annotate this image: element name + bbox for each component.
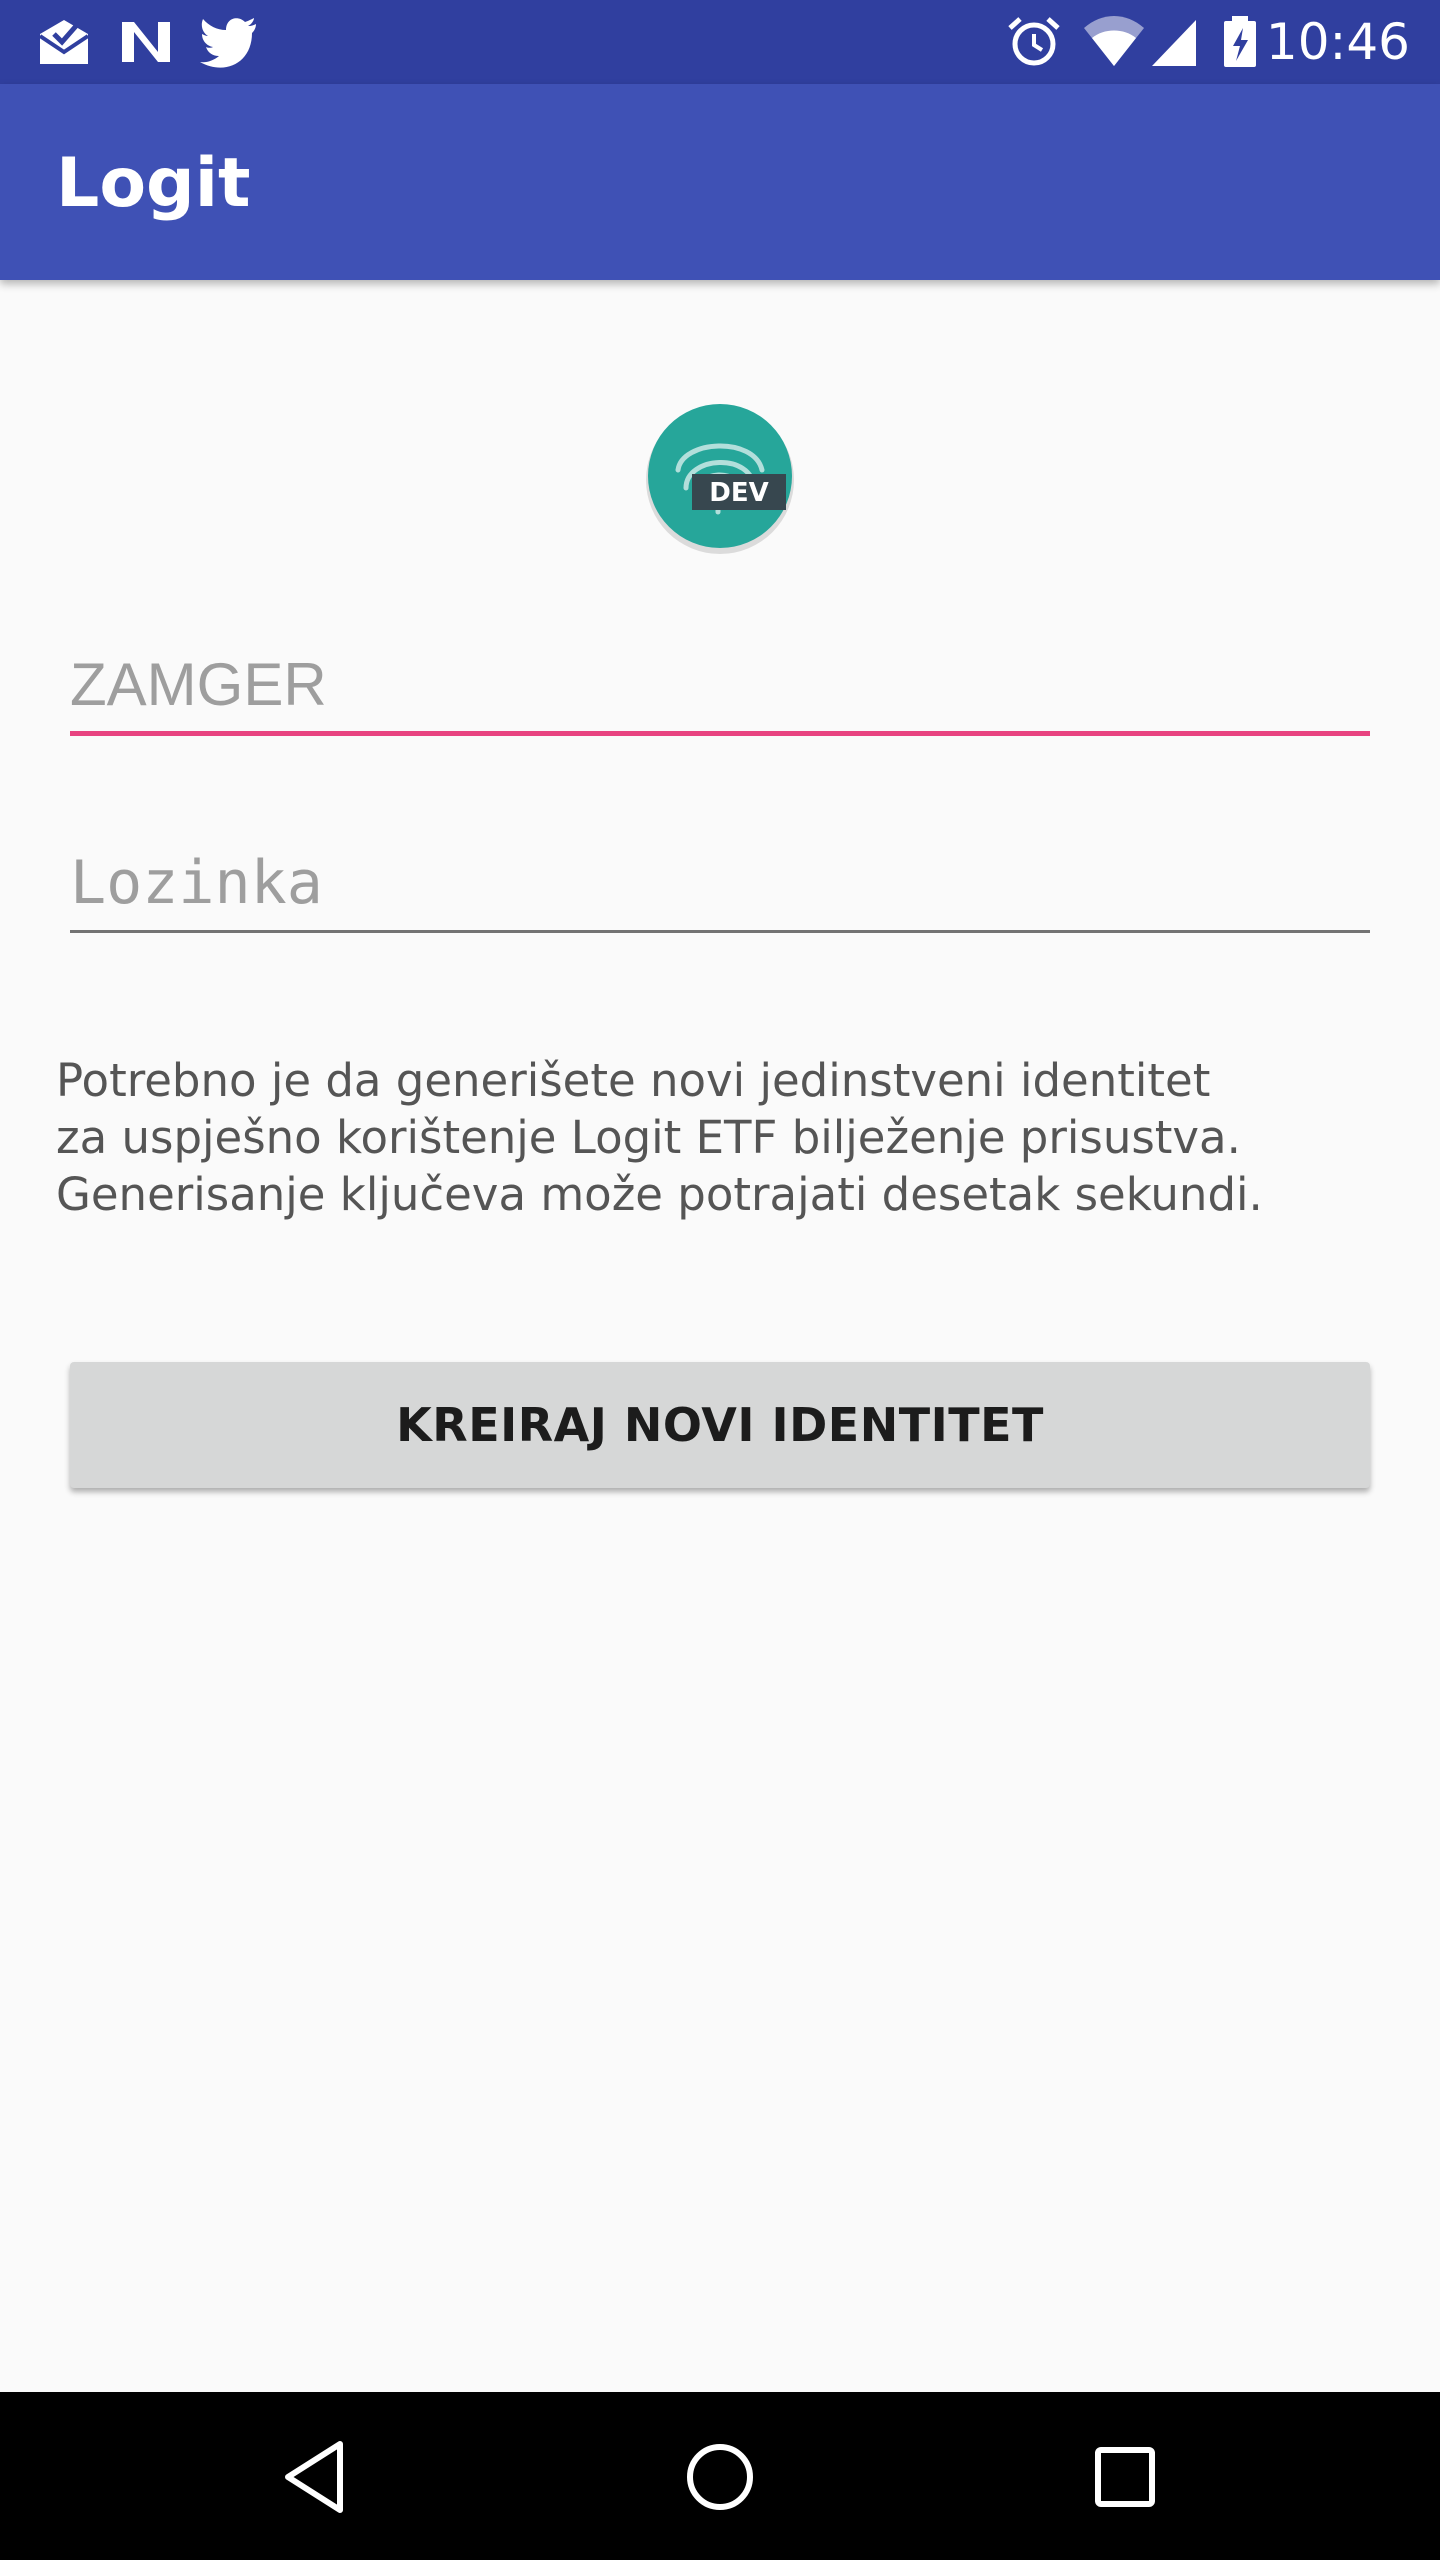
recents-icon[interactable]: [1080, 2432, 1170, 2522]
signal-icon: [1152, 20, 1196, 66]
home-icon[interactable]: [675, 2432, 765, 2522]
create-identity-button[interactable]: KREIRAJ NOVI IDENTITET: [70, 1362, 1370, 1488]
zamger-field-container: [70, 650, 1370, 736]
app-title: Logit: [56, 144, 251, 223]
alarm-icon: [1008, 17, 1060, 66]
status-time: 10:46: [1265, 13, 1410, 71]
info-line: za uspješno korištenje Logit ETF bilježe…: [56, 1111, 1241, 1164]
app-bar: Logit: [0, 84, 1440, 280]
wifi-icon: [1084, 16, 1144, 66]
info-line: Generisanje ključeva može potrajati dese…: [56, 1168, 1263, 1221]
navigation-bar: [0, 2392, 1440, 2560]
mail-icon: [38, 20, 90, 64]
status-bar: 10:46: [0, 0, 1440, 84]
battery-charging-icon: [1224, 16, 1256, 67]
twitter-icon: [200, 18, 256, 68]
password-input[interactable]: [70, 848, 1370, 933]
back-icon[interactable]: [270, 2432, 360, 2522]
info-text: Potrebno je da generišete novi jedinstve…: [56, 1052, 1396, 1223]
password-field-container: [70, 848, 1370, 933]
app-logo: DEV: [642, 400, 798, 556]
zamger-input[interactable]: [70, 650, 1370, 736]
dev-badge: DEV: [709, 478, 769, 508]
info-line: Potrebno je da generišete novi jedinstve…: [56, 1054, 1211, 1107]
n-app-icon: [122, 22, 170, 62]
